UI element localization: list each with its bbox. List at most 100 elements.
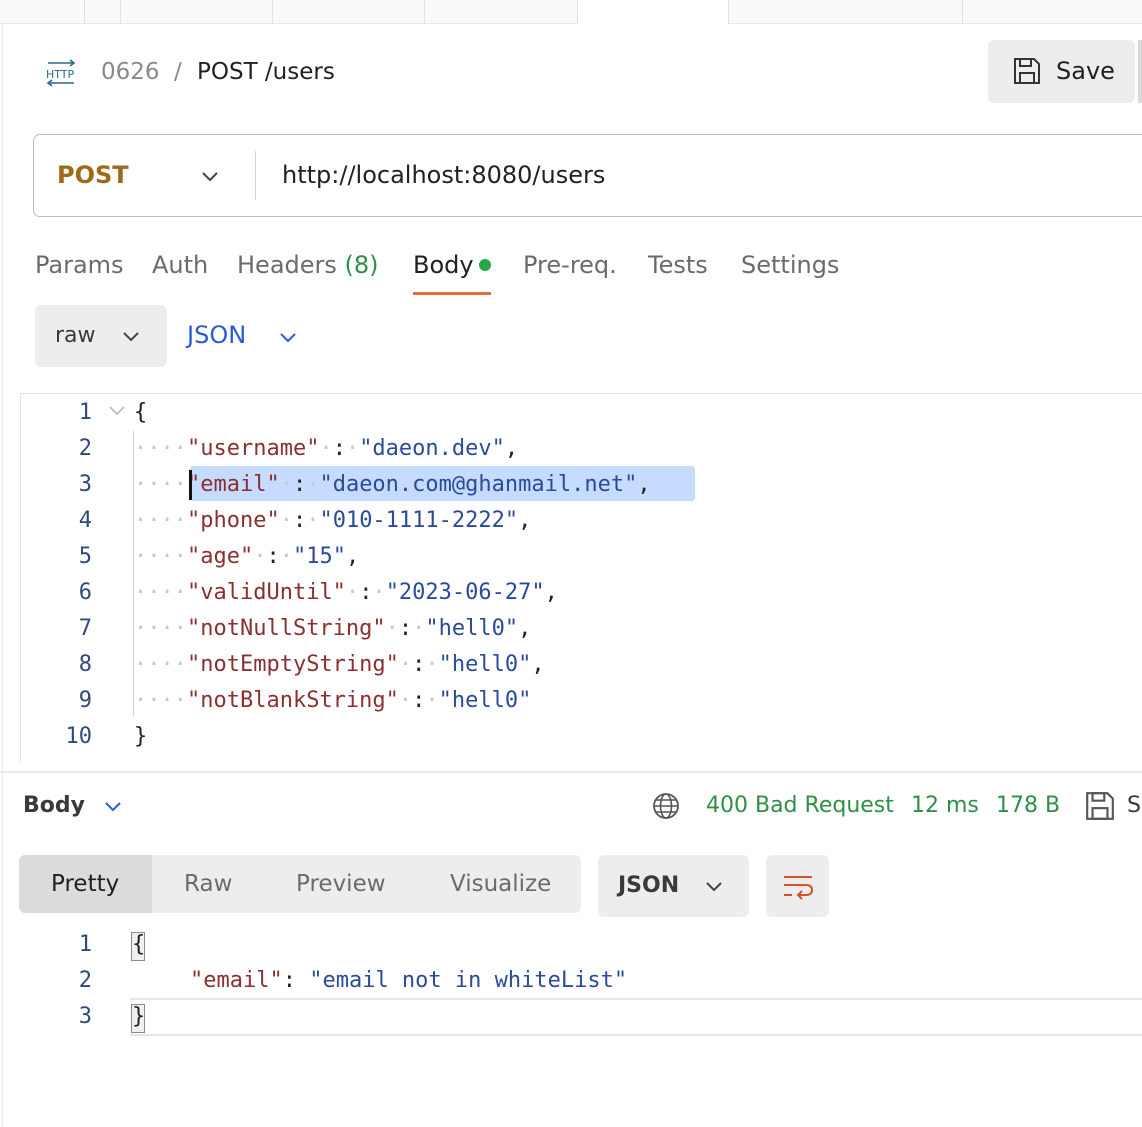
- chevron-down-icon: [706, 882, 722, 892]
- response-open-brace: {: [132, 932, 146, 957]
- json-key: "email": [190, 968, 283, 993]
- body-modified-dot: [479, 259, 491, 271]
- svg-text:HTTP: HTTP: [46, 68, 75, 81]
- response-status[interactable]: 400 Bad Request: [706, 792, 894, 820]
- chevron-down-icon: [123, 332, 139, 342]
- json-comma: ,: [531, 652, 545, 677]
- url-input[interactable]: http://localhost:8080/users: [282, 160, 605, 190]
- line-number: 1: [78, 400, 92, 425]
- json-comma: ,: [518, 616, 532, 641]
- json-field-notnullstring: ····"notNullString"·:·"hell0",: [134, 616, 532, 641]
- breadcrumb-separator: /: [174, 59, 182, 85]
- view-tab-visualize[interactable]: Visualize: [450, 870, 551, 898]
- line-number: 5: [78, 544, 92, 569]
- view-tab-preview[interactable]: Preview: [296, 870, 386, 898]
- tab-settings[interactable]: Settings: [741, 250, 839, 280]
- json-close-brace: }: [134, 724, 148, 749]
- chevron-down-icon[interactable]: [101, 794, 125, 818]
- view-tab-pretty[interactable]: Pretty: [51, 870, 119, 898]
- json-value: "daeon.dev": [359, 436, 505, 461]
- save-response-label[interactable]: S: [1127, 792, 1141, 820]
- json-comma: ,: [544, 580, 558, 605]
- tab-headers-label: Headers: [237, 251, 337, 279]
- json-comma: ,: [637, 472, 651, 497]
- json-value: "hell0": [425, 616, 519, 641]
- json-key: "username": [186, 436, 320, 461]
- url-bar-divider: [255, 151, 256, 200]
- line-number: 2: [78, 436, 92, 461]
- wrap-lines-button[interactable]: [766, 855, 829, 917]
- globe-icon[interactable]: [651, 791, 681, 821]
- json-colon: :: [282, 968, 296, 993]
- json-key: "age": [186, 544, 254, 569]
- response-section-select[interactable]: Body: [23, 792, 85, 820]
- line-number: 1: [78, 932, 92, 957]
- json-field-username: ····"username"·:·"daeon.dev",: [134, 436, 519, 461]
- workspace-tab-active[interactable]: [577, 0, 729, 24]
- response-json-line: "email": "email not in whiteList": [190, 968, 627, 993]
- json-field-notemptystring: ····"notEmptyString"·:·"hell0",: [134, 652, 545, 677]
- wrap-lines-icon: [784, 876, 814, 900]
- line-number: 3: [78, 472, 92, 497]
- json-key: "notNullString": [186, 616, 386, 641]
- response-time[interactable]: 12 ms: [911, 792, 979, 820]
- tab-separator: [424, 0, 425, 23]
- json-value: "010-1111-2222": [319, 508, 519, 533]
- response-divider[interactable]: [0, 771, 1142, 773]
- line-number: 6: [78, 580, 92, 605]
- method-select[interactable]: POST: [57, 160, 129, 190]
- chevron-down-icon[interactable]: [276, 325, 300, 349]
- response-size[interactable]: 178 B: [996, 792, 1060, 820]
- json-value: "daeon.com@ghanmail.net": [319, 472, 638, 497]
- fold-icon[interactable]: [107, 400, 127, 420]
- line-number: 7: [78, 616, 92, 641]
- chevron-down-icon[interactable]: [198, 164, 222, 188]
- json-comma: ,: [345, 544, 360, 569]
- response-format-label: JSON: [618, 873, 680, 898]
- json-field-email: ····"email"·:·"daeon.com@ghanmail.net",: [134, 472, 651, 497]
- save-button[interactable]: Save: [988, 40, 1135, 103]
- save-button-label: Save: [1056, 57, 1115, 85]
- tab-pre-request[interactable]: Pre-req.: [523, 250, 617, 280]
- line-number: 9: [78, 688, 92, 713]
- active-tab-indicator: [413, 292, 491, 295]
- tab-body[interactable]: Body: [413, 250, 474, 280]
- text-cursor: [189, 470, 192, 500]
- http-icon: HTTP: [46, 59, 76, 87]
- json-field-age: ····"age"·:·"15",: [134, 544, 360, 569]
- json-key: "notBlankString": [186, 688, 399, 713]
- save-icon: [1014, 58, 1040, 84]
- response-close-brace: }: [132, 1004, 146, 1029]
- json-value: "email not in whiteList": [309, 968, 628, 993]
- current-line-highlight: [130, 998, 1142, 1036]
- tab-separator: [272, 0, 273, 23]
- body-language-select[interactable]: JSON: [187, 320, 246, 350]
- panel-left-border: [2, 24, 3, 1127]
- breadcrumb-collection[interactable]: 0626: [101, 58, 160, 86]
- json-value: "15": [292, 544, 346, 569]
- json-field-notblankstring: ····"notBlankString"·:·"hell0": [134, 688, 532, 713]
- save-dropdown-edge[interactable]: [1138, 40, 1142, 103]
- tab-tests[interactable]: Tests: [648, 250, 708, 280]
- json-key: "phone": [186, 508, 280, 533]
- json-comma: ,: [518, 508, 532, 533]
- response-format-select[interactable]: JSON: [598, 855, 749, 917]
- tab-auth[interactable]: Auth: [152, 250, 208, 280]
- body-mode-label: raw: [55, 323, 96, 348]
- body-mode-select[interactable]: raw: [35, 305, 167, 367]
- json-value: "2023-06-27": [385, 580, 545, 605]
- tab-separator: [84, 0, 85, 23]
- json-field-validuntil: ····"validUntil"·:·"2023-06-27",: [134, 580, 558, 605]
- json-key: "email": [186, 472, 280, 497]
- json-comma: ,: [504, 436, 519, 461]
- save-icon[interactable]: [1084, 790, 1116, 822]
- json-value: "hell0": [438, 652, 532, 677]
- tab-headers[interactable]: Headers (8): [237, 250, 379, 280]
- tab-params[interactable]: Params: [35, 250, 124, 280]
- line-number: 3: [78, 1004, 92, 1029]
- line-number: 4: [78, 508, 92, 533]
- tab-separator: [962, 0, 963, 23]
- request-title[interactable]: POST /users: [197, 58, 335, 86]
- workspace-tab-strip: [0, 0, 1142, 24]
- view-tab-raw[interactable]: Raw: [184, 870, 232, 898]
